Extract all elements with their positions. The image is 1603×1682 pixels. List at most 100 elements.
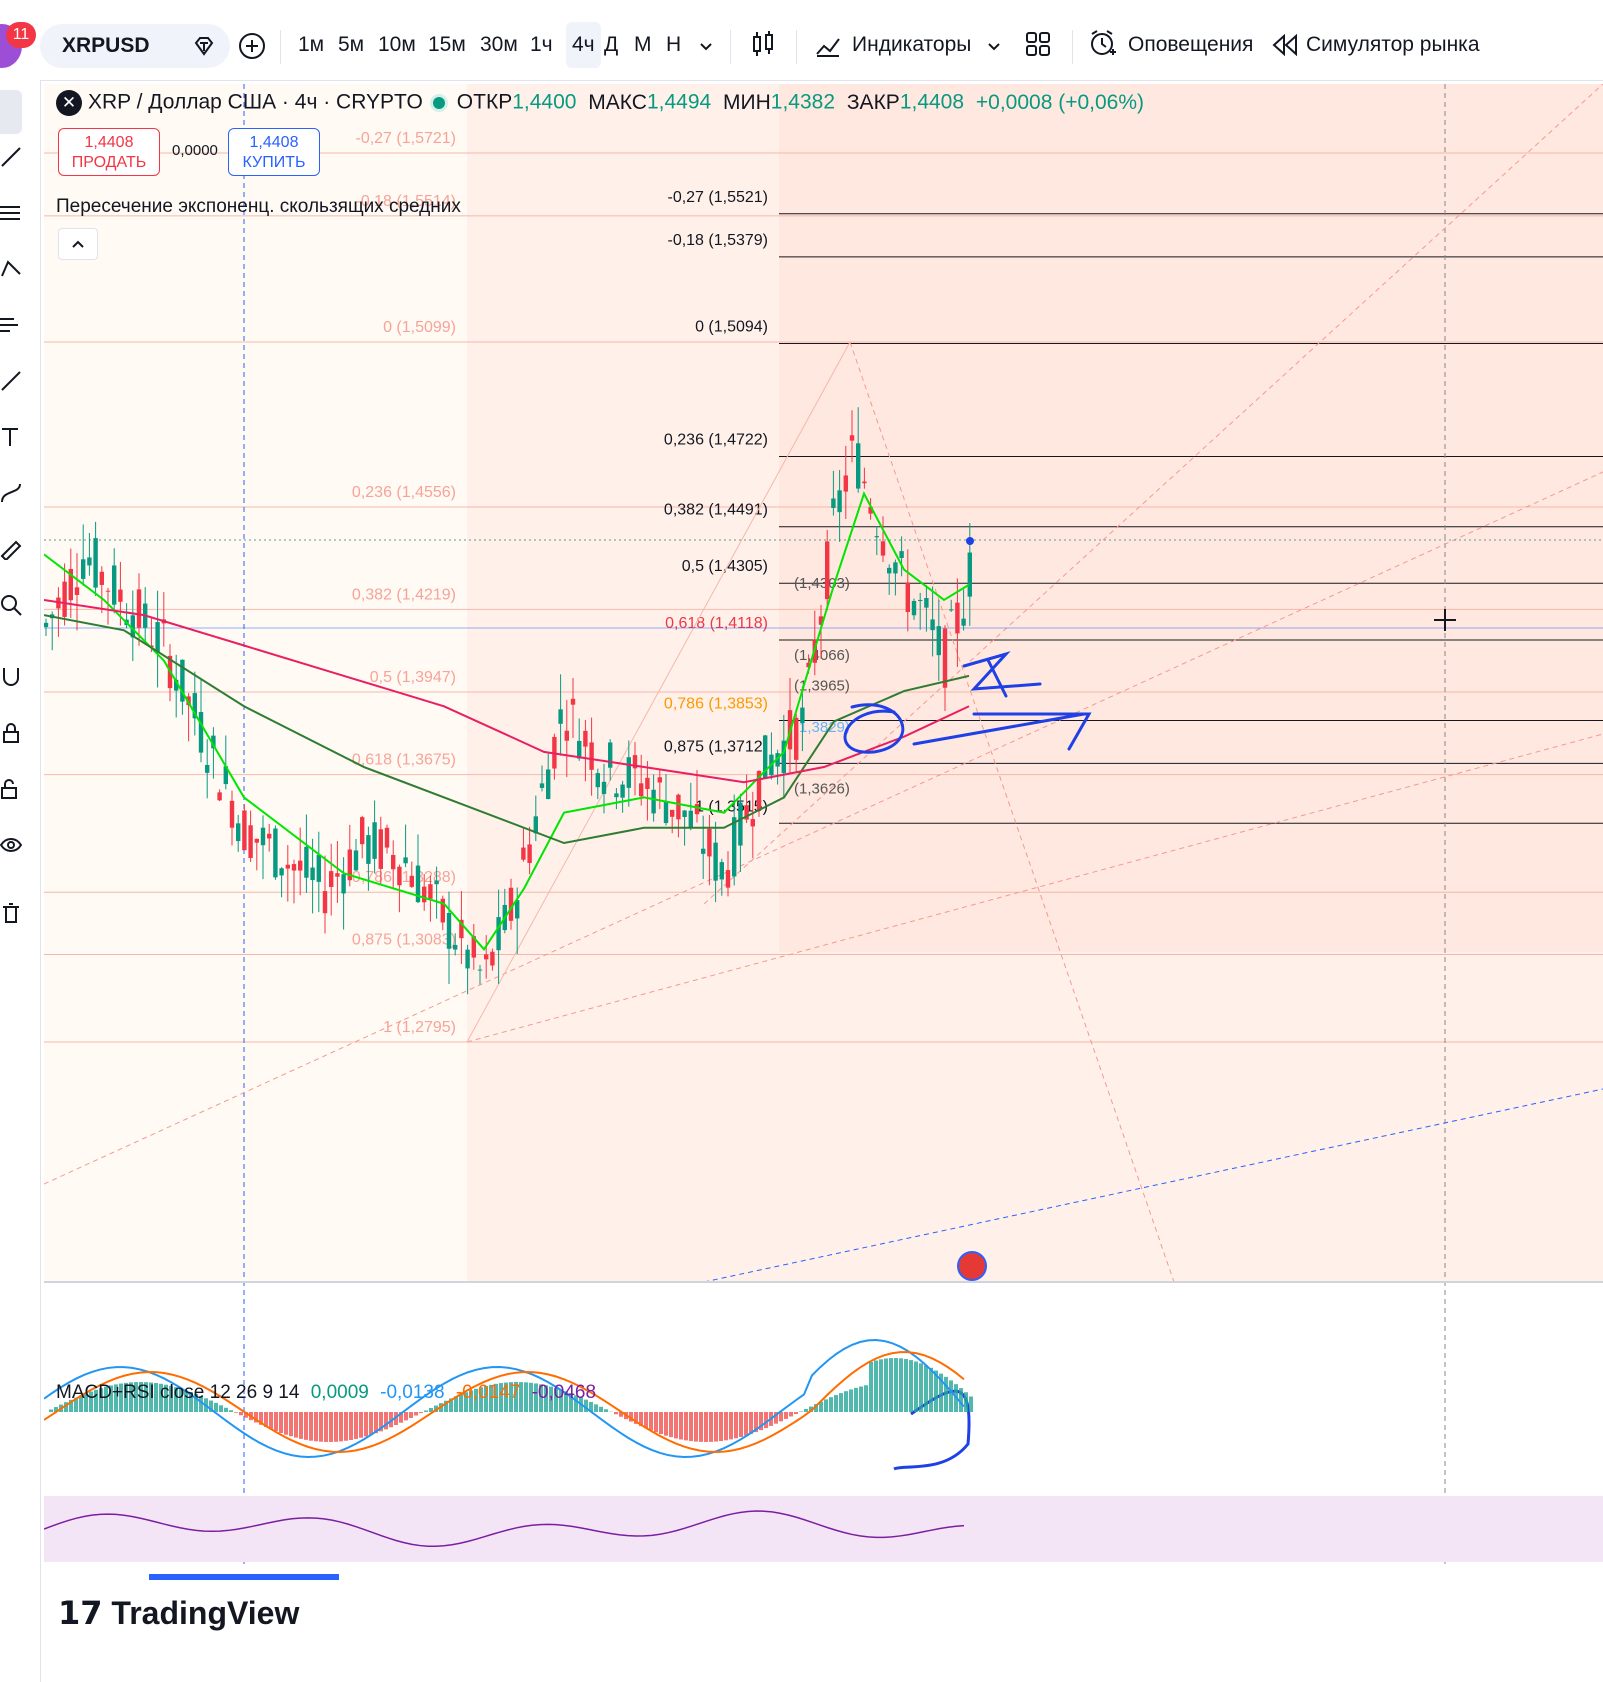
interval-Н[interactable]: Н [666, 22, 681, 68]
macd-histogram-bar [599, 1406, 603, 1412]
indicators-button[interactable]: Индикаторы [852, 22, 971, 68]
zoom-icon[interactable] [0, 594, 22, 616]
add-symbol-icon[interactable] [238, 32, 266, 60]
fib-right-label: -0,27 (1,5521) [667, 189, 768, 206]
interval-10м[interactable]: 10м [378, 22, 416, 68]
crosshair-tool[interactable] [0, 90, 22, 134]
candle-body [967, 552, 972, 597]
buy-button[interactable]: 1,4408 КУПИТЬ [228, 128, 320, 176]
candle-body [273, 828, 278, 878]
candle-body [955, 602, 960, 634]
macd-histogram-bar [869, 1361, 873, 1412]
macd-histogram-bar [409, 1412, 413, 1418]
candle-body [558, 709, 563, 724]
spread-value: 0,0000 [172, 142, 218, 159]
interval-1м[interactable]: 1м [298, 22, 324, 68]
macd-histogram-bar [834, 1395, 838, 1412]
trend-line-icon[interactable] [0, 146, 22, 168]
chevron-down-icon[interactable] [698, 38, 714, 54]
macd-histogram-bar [854, 1387, 858, 1412]
macd-histogram-bar [664, 1412, 668, 1436]
candle-body [657, 777, 662, 783]
macd-histogram-bar [294, 1412, 298, 1438]
macd-histogram-bar [359, 1412, 363, 1438]
eye-icon[interactable] [0, 834, 22, 856]
macd-histogram-bar [739, 1412, 743, 1437]
macd-histogram-bar [729, 1412, 733, 1440]
trash-icon[interactable] [0, 902, 22, 924]
text-tool-icon[interactable] [0, 426, 22, 448]
macd-histogram-bar [699, 1412, 703, 1442]
candle-body [335, 873, 340, 877]
candle-body [546, 769, 551, 800]
candle-body [496, 917, 501, 951]
candle-body [155, 622, 160, 653]
indicators-icon[interactable] [814, 30, 842, 58]
divider [796, 30, 797, 64]
candle-body [285, 864, 290, 869]
tradingview-logo[interactable]: 17 TradingView [58, 1594, 299, 1632]
macd-histogram-bar [289, 1412, 293, 1437]
chevron-down-icon[interactable] [986, 38, 1002, 54]
signal-line-value: -0,0147 [455, 1382, 521, 1403]
rewind-icon[interactable] [1270, 32, 1298, 58]
interval-Д[interactable]: Д [604, 22, 618, 68]
candle-body [862, 481, 867, 484]
macd-histogram-bar [744, 1412, 748, 1436]
candle-body [694, 804, 700, 815]
candle-body [595, 773, 600, 788]
pair-title: XRP / Доллар США · 4ч · CRYPTO [88, 90, 423, 114]
macd-name: MACD+RSI close 12 26 9 14 [56, 1382, 300, 1403]
symbol-search[interactable]: XRPUSD [40, 24, 230, 68]
fib-tool-icon[interactable] [0, 202, 22, 224]
fib-right-label: 0,618 (1,4118) [665, 615, 768, 632]
candle-body [719, 862, 724, 880]
alarm-icon[interactable] [1088, 28, 1118, 58]
candle-body [626, 757, 631, 788]
candle-body [843, 475, 848, 492]
macd-histogram-bar [964, 1392, 968, 1412]
candle-body [422, 886, 427, 903]
prediction-tool-icon[interactable] [0, 314, 22, 336]
chart-area[interactable]: -0,27 (1,5721) -0,18 (1,5514) 0 (1,5099) 0,… [44, 84, 1603, 1682]
interval-30м[interactable]: 30м [480, 22, 518, 68]
brush-icon[interactable] [0, 370, 22, 392]
interval-15м[interactable]: 15м [428, 22, 466, 68]
candle-body [87, 557, 92, 566]
divider [280, 30, 281, 64]
macd-legend: MACD+RSI close 12 26 9 14 0,0009 -0,0138… [56, 1382, 596, 1404]
magnet-icon[interactable] [0, 666, 22, 688]
candle-body [99, 571, 104, 585]
candle-body [831, 498, 836, 508]
macd-histogram-bar [949, 1380, 953, 1412]
candle-body [750, 819, 755, 827]
macd-histogram-bar [914, 1361, 918, 1412]
candles-icon[interactable] [750, 30, 776, 58]
candle-body [570, 698, 576, 705]
lock-drawings-icon[interactable] [0, 722, 22, 744]
ruler-icon[interactable] [0, 538, 22, 560]
collapse-indicators-button[interactable] [58, 228, 98, 260]
close-label: ЗАКР [846, 90, 900, 114]
divider [730, 30, 731, 64]
diamond-icon[interactable] [192, 34, 216, 58]
candle-body [465, 949, 470, 969]
sell-button[interactable]: 1,4408 ПРОДАТЬ [58, 128, 160, 176]
candle-body [936, 626, 941, 656]
market-replay-button[interactable]: Симулятор рынка [1306, 22, 1480, 68]
lock-icon[interactable] [0, 778, 22, 800]
shapes-icon[interactable] [0, 482, 22, 504]
interval-1ч[interactable]: 1ч [530, 22, 553, 68]
candle-body [589, 742, 594, 770]
macd-histogram-bar [659, 1412, 663, 1435]
candle-body [229, 800, 235, 828]
candle-body [62, 581, 67, 617]
interval-М[interactable]: М [634, 22, 652, 68]
alerts-button[interactable]: Оповещения [1128, 22, 1253, 68]
interval-4ч[interactable]: 4ч [566, 22, 601, 68]
interval-5м[interactable]: 5м [338, 22, 364, 68]
layout-grid-icon[interactable] [1024, 30, 1052, 58]
price-chart[interactable]: -0,27 (1,5721)-0,18 (1,5514)0 (1,5099)0,… [44, 84, 1603, 1682]
pattern-tool-icon[interactable] [0, 258, 22, 280]
candle-body [614, 793, 619, 798]
